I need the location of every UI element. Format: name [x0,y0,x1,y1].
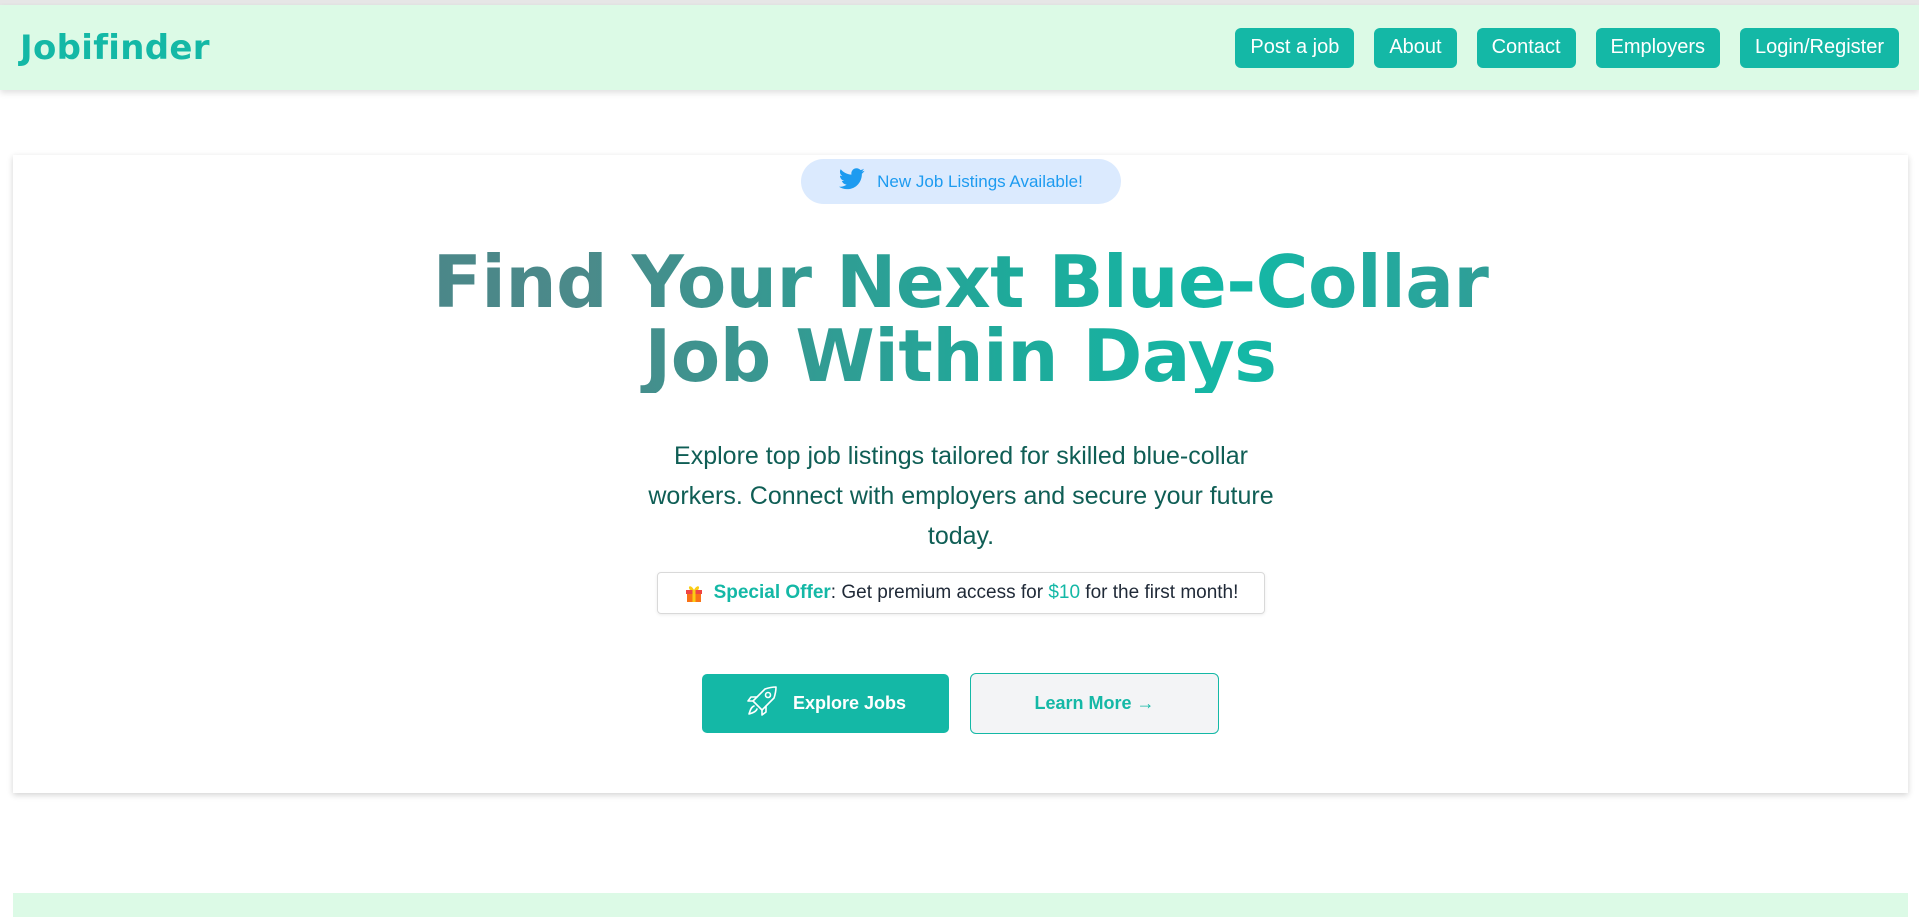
navbar: Jobifinder Post a job About Contact Empl… [0,5,1919,90]
offer-price: $10 [1048,582,1081,603]
nav-links: Post a job About Contact Employers Login… [1235,27,1899,68]
nav-contact-button[interactable]: Contact [1476,27,1576,68]
nav-about-button[interactable]: About [1374,27,1457,68]
next-section-strip [13,893,1908,917]
twitter-bird-icon [839,168,865,195]
special-offer-box: Special Offer : Get premium access for $… [657,572,1265,614]
badge-text: New Job Listings Available! [877,171,1083,191]
hero-section: New Job Listings Available! Find Your Ne… [13,155,1908,793]
rocket-icon [745,684,779,723]
brand-logo[interactable]: Jobifinder [20,28,210,68]
explore-jobs-label: Explore Jobs [792,693,907,713]
offer-text-before: : Get premium access for [830,582,1049,603]
headline-line-2: Job Within Days [644,314,1277,398]
explore-jobs-button[interactable]: Explore Jobs [702,674,949,733]
gift-icon [684,583,704,603]
hero-headline: Find Your Next Blue-Collar Job Within Da… [13,245,1908,393]
new-listings-badge[interactable]: New Job Listings Available! [801,159,1121,204]
learn-more-button[interactable]: Learn More → [970,673,1219,734]
offer-label: Special Offer [713,582,831,603]
nav-post-job-button[interactable]: Post a job [1235,27,1355,68]
nav-login-register-button[interactable]: Login/Register [1740,27,1899,68]
hero-subtext: Explore top job listings tailored for sk… [648,442,1274,550]
headline-line-1: Find Your Next Blue-Collar [432,240,1489,324]
offer-text-after: for the first month! [1080,582,1239,603]
nav-employers-button[interactable]: Employers [1595,27,1721,68]
